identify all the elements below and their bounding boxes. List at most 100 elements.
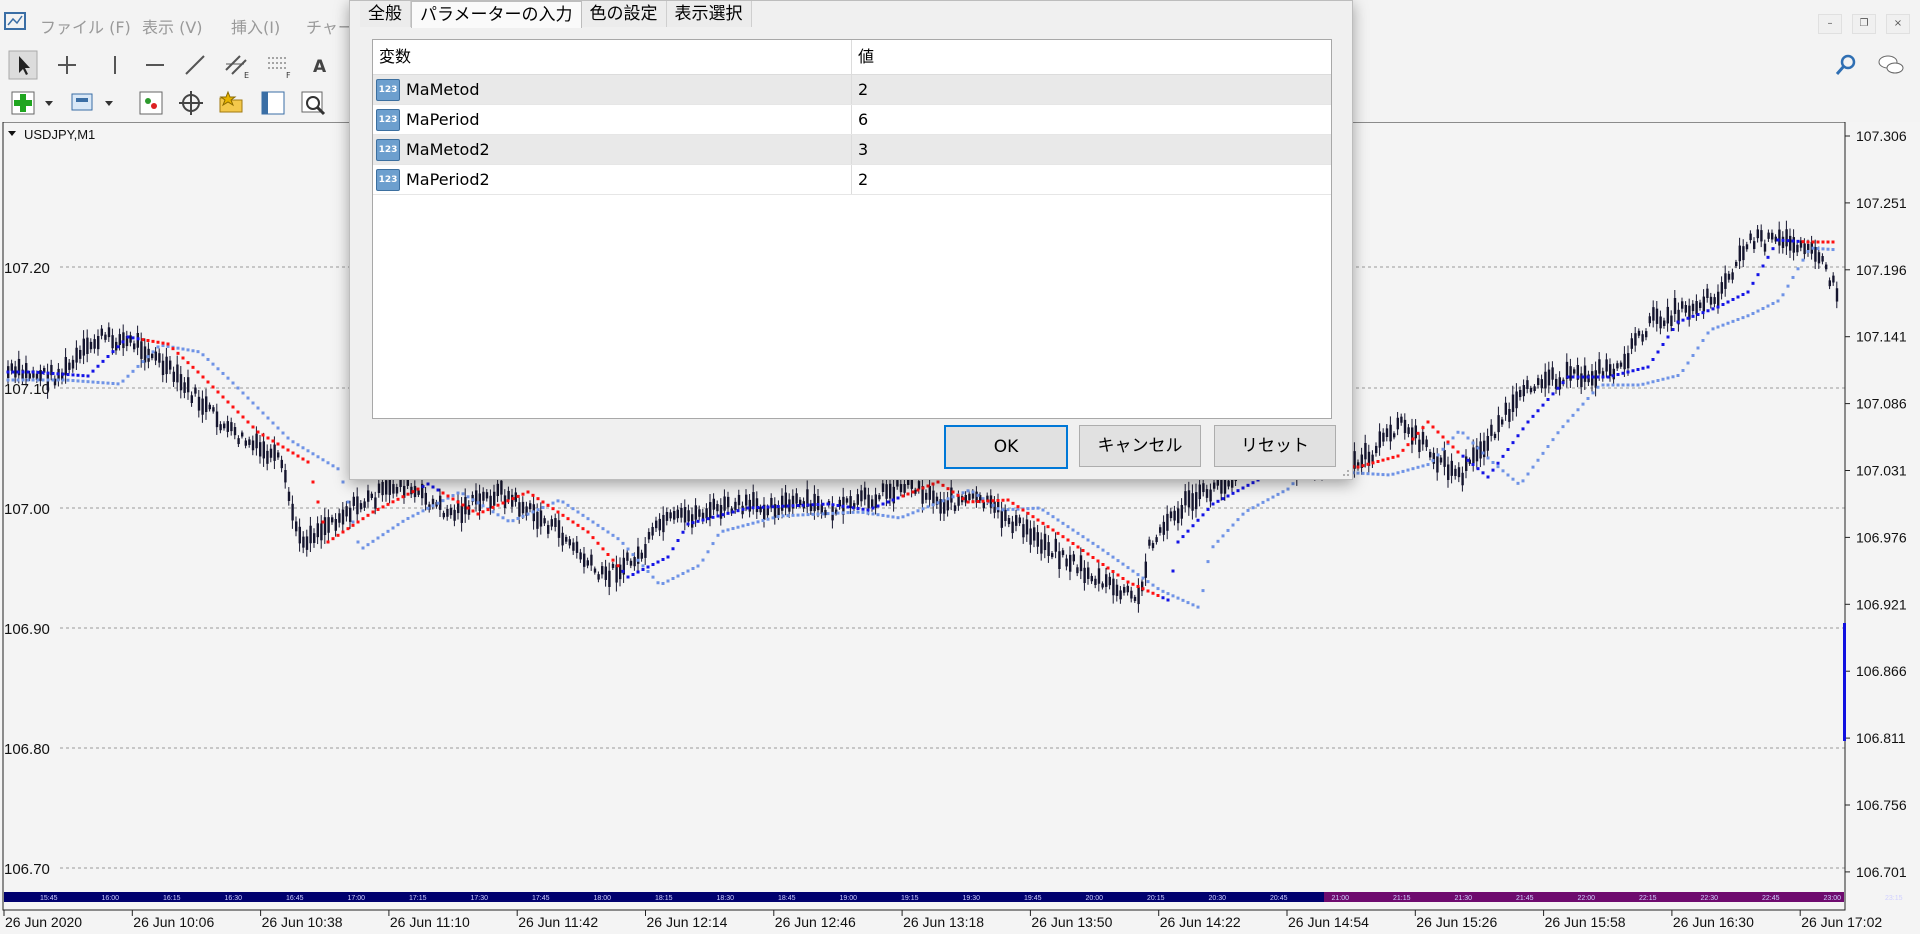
fast-ma-marker bbox=[386, 502, 390, 506]
slow-ma-marker bbox=[1666, 376, 1670, 380]
slow-ma-marker bbox=[141, 360, 145, 364]
candle-body bbox=[1720, 282, 1723, 294]
menu-view[interactable]: 表示 (V) bbox=[142, 14, 203, 38]
param-value[interactable]: 2 bbox=[852, 170, 868, 189]
candle-body bbox=[1767, 232, 1770, 239]
strategy-tester-icon[interactable] bbox=[298, 88, 328, 118]
fast-ma-marker bbox=[1161, 596, 1165, 600]
column-header-value[interactable]: 値 bbox=[852, 40, 874, 74]
fast-ma-marker bbox=[1211, 502, 1215, 506]
chevron-down-icon[interactable] bbox=[100, 88, 118, 118]
table-row[interactable]: 123 MaMetod 2 bbox=[373, 75, 1331, 105]
slow-ma-marker bbox=[1476, 446, 1480, 450]
slow-ma-marker bbox=[896, 516, 900, 520]
trendline-icon[interactable] bbox=[180, 50, 210, 80]
close-button[interactable]: × bbox=[1886, 14, 1910, 34]
table-row[interactable]: 123 MaMetod2 3 bbox=[373, 135, 1331, 165]
fast-ma-marker bbox=[196, 370, 200, 374]
chevron-down-icon[interactable] bbox=[40, 88, 58, 118]
slow-ma-marker bbox=[581, 513, 585, 517]
slow-ma-marker bbox=[1276, 492, 1280, 496]
reset-button[interactable]: リセット bbox=[1214, 425, 1336, 467]
slow-ma-marker bbox=[1621, 383, 1625, 387]
candle-body bbox=[1817, 252, 1821, 264]
fast-ma-marker bbox=[961, 497, 965, 501]
candle-body bbox=[100, 328, 103, 336]
slow-ma-marker bbox=[1506, 473, 1510, 477]
slow-ma-marker bbox=[1701, 339, 1705, 342]
minimize-button[interactable]: – bbox=[1818, 14, 1842, 34]
column-header-variable[interactable]: 変数 bbox=[373, 40, 852, 74]
search-icon[interactable] bbox=[1831, 50, 1861, 80]
tab-visualization[interactable]: 表示選択 bbox=[666, 1, 752, 27]
tab-inputs[interactable]: パラメーターの入力 bbox=[411, 1, 582, 28]
navigator-crosshair-icon[interactable] bbox=[176, 88, 206, 118]
param-value[interactable]: 3 bbox=[852, 140, 868, 159]
fast-ma-marker bbox=[1756, 273, 1760, 277]
candle-body bbox=[1018, 517, 1021, 524]
slow-ma-marker bbox=[456, 491, 460, 495]
horizontal-line-icon[interactable] bbox=[140, 50, 170, 80]
slow-ma-marker bbox=[806, 513, 810, 517]
candle-body bbox=[849, 496, 852, 508]
slow-ma-marker bbox=[331, 464, 335, 468]
slow-ma-marker bbox=[816, 512, 820, 516]
candle-body bbox=[1659, 316, 1662, 329]
candle-body bbox=[309, 525, 312, 544]
slow-ma-marker bbox=[491, 510, 495, 514]
tab-general[interactable]: 全般 bbox=[360, 1, 411, 27]
price-axis-label: 106.866 bbox=[1856, 663, 1907, 679]
fast-ma-marker bbox=[331, 537, 335, 541]
fast-ma-marker bbox=[1776, 238, 1780, 242]
fast-ma-marker bbox=[821, 502, 825, 506]
fast-ma-marker bbox=[1556, 386, 1560, 390]
session-time-label: 16:15 bbox=[163, 895, 181, 902]
market-watch-icon[interactable] bbox=[136, 88, 166, 118]
slow-ma-marker bbox=[181, 347, 185, 351]
slow-ma-marker bbox=[1586, 397, 1590, 400]
slow-ma-marker bbox=[1286, 487, 1290, 491]
menu-file[interactable]: ファイル (F) bbox=[40, 14, 131, 38]
data-window-icon[interactable] bbox=[258, 88, 288, 118]
param-value[interactable]: 2 bbox=[852, 80, 868, 99]
equidistant-channel-icon[interactable]: E bbox=[222, 50, 252, 80]
slow-ma-marker bbox=[886, 514, 890, 518]
candle-body bbox=[262, 441, 265, 459]
new-chart-icon[interactable] bbox=[8, 88, 38, 118]
cursor-tool-icon[interactable] bbox=[8, 50, 38, 80]
vertical-line-icon[interactable] bbox=[100, 50, 130, 80]
cancel-button[interactable]: キャンセル bbox=[1079, 425, 1201, 467]
fast-ma-marker bbox=[706, 517, 710, 521]
table-row[interactable]: 123 MaPeriod 6 bbox=[373, 105, 1331, 135]
fast-ma-marker bbox=[316, 500, 320, 504]
candle-body bbox=[197, 396, 201, 411]
slow-ma-marker bbox=[766, 517, 770, 521]
slow-ma-marker bbox=[1461, 431, 1465, 435]
profiles-icon[interactable] bbox=[68, 88, 98, 118]
menu-insert[interactable]: 挿入(I) bbox=[231, 14, 280, 38]
fast-ma-marker bbox=[421, 485, 425, 489]
fast-ma-marker bbox=[221, 395, 225, 399]
restore-button[interactable]: ❐ bbox=[1852, 14, 1876, 34]
fast-ma-marker bbox=[946, 487, 950, 491]
ok-button[interactable]: OK bbox=[944, 425, 1068, 469]
slow-ma-marker bbox=[1766, 304, 1770, 308]
table-row[interactable]: 123 MaPeriod2 2 bbox=[373, 165, 1331, 195]
slow-ma-marker bbox=[406, 516, 410, 520]
fast-ma-marker bbox=[1681, 318, 1685, 322]
fast-ma-marker bbox=[1511, 441, 1515, 445]
param-value[interactable]: 6 bbox=[852, 110, 868, 129]
resize-grip-icon[interactable] bbox=[1340, 467, 1350, 477]
fast-ma-marker bbox=[931, 482, 935, 486]
slow-ma-marker bbox=[1706, 331, 1710, 335]
fast-ma-marker bbox=[146, 339, 150, 342]
chat-icon[interactable] bbox=[1876, 50, 1906, 80]
tab-colors[interactable]: 色の設定 bbox=[581, 1, 667, 27]
slow-ma-marker bbox=[256, 406, 260, 410]
favorites-folder-icon[interactable] bbox=[216, 88, 246, 118]
text-tool-icon[interactable]: A bbox=[305, 50, 335, 80]
crosshair-tool-icon[interactable] bbox=[52, 50, 82, 80]
fibonacci-icon[interactable]: F bbox=[264, 50, 294, 80]
menu-chart[interactable]: チャー bbox=[306, 14, 354, 38]
fast-ma-marker bbox=[1731, 298, 1735, 301]
